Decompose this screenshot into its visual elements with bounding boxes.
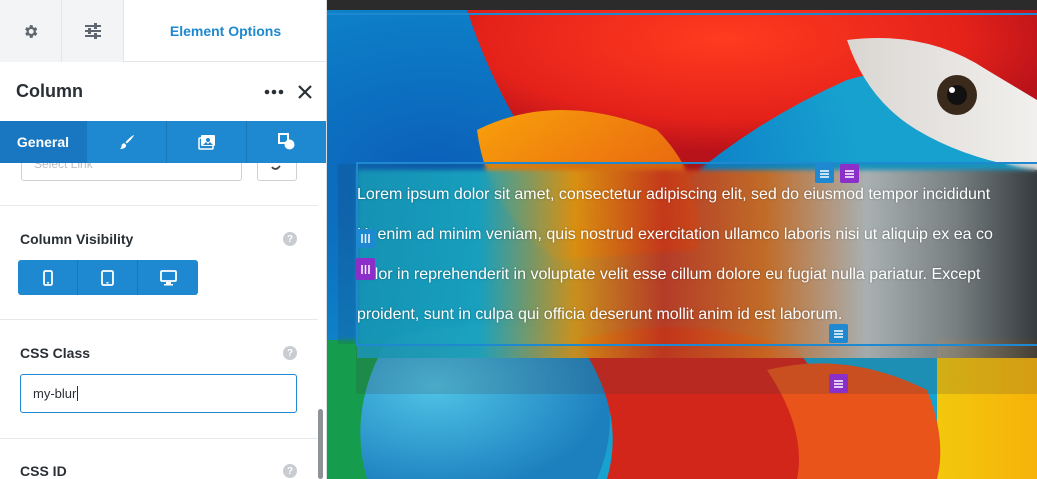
- css-id-label: CSS ID: [20, 463, 67, 479]
- visibility-tablet-button[interactable]: [78, 260, 138, 295]
- visibility-toggle-group: [18, 260, 198, 295]
- help-icon[interactable]: ?: [283, 346, 297, 360]
- empty-column-area: [356, 346, 1037, 394]
- sliders-icon: [84, 23, 101, 39]
- text-line: proident, sunt in culpa qui officia dese…: [357, 306, 843, 323]
- menu-icon: [820, 169, 829, 178]
- close-icon: [298, 85, 312, 99]
- options-scroll-area: Select Link Column Visibility ? CSS Clas…: [0, 163, 318, 479]
- settings-button[interactable]: [0, 0, 62, 62]
- row-handle[interactable]: [840, 164, 859, 183]
- element-title: Column: [16, 81, 83, 101]
- menu-icon: [845, 169, 854, 178]
- help-icon[interactable]: ?: [283, 232, 297, 246]
- element-options-panel: Element Options Column General Select Li…: [0, 0, 327, 479]
- options-tabs: General: [0, 121, 326, 163]
- link-button[interactable]: [257, 163, 297, 181]
- columns-icon: [361, 234, 370, 243]
- text-line: dolor in reprehenderit in voluptate veli…: [357, 266, 981, 283]
- text-line: Lorem ipsum dolor sit amet, consectetur …: [357, 186, 991, 203]
- media-icon: [197, 135, 215, 150]
- shapes-icon: [278, 133, 295, 150]
- column-visibility-label: Column Visibility: [20, 231, 134, 247]
- panel-title: Element Options: [169, 23, 282, 39]
- element-handle[interactable]: [829, 324, 848, 343]
- divider: [0, 438, 318, 439]
- css-class-input[interactable]: my-blur: [20, 374, 297, 413]
- help-icon[interactable]: ?: [283, 464, 297, 478]
- panel-topbar: Element Options: [0, 0, 326, 62]
- tab-general[interactable]: General: [0, 121, 87, 163]
- brush-icon: [119, 135, 134, 149]
- menu-icon: [834, 379, 843, 388]
- row-columns-handle[interactable]: [356, 258, 375, 280]
- tab-advanced[interactable]: [247, 121, 326, 163]
- row-outline: [327, 13, 1037, 17]
- divider: [0, 319, 318, 320]
- row-handle[interactable]: [829, 374, 848, 393]
- text-line: Ut enim ad minim veniam, quis nostrud ex…: [357, 226, 993, 243]
- close-button[interactable]: [294, 81, 316, 103]
- tab-style[interactable]: [87, 121, 167, 163]
- gear-icon: [25, 24, 38, 38]
- columns-icon: [361, 264, 370, 274]
- divider: [0, 205, 318, 206]
- text-content-block[interactable]: Lorem ipsum dolor sit amet, consectetur …: [357, 175, 1037, 335]
- element-header: Column: [0, 62, 326, 120]
- tablet-icon: [101, 269, 114, 286]
- mobile-icon: [42, 269, 53, 286]
- panel-scrollbar[interactable]: [318, 409, 323, 479]
- tab-media[interactable]: [167, 121, 247, 163]
- css-class-value: my-blur: [33, 386, 77, 401]
- visibility-desktop-button[interactable]: [138, 260, 198, 295]
- desktop-icon: [159, 269, 177, 285]
- options-button[interactable]: [62, 0, 124, 62]
- link-select-input[interactable]: Select Link: [21, 163, 242, 181]
- text-cursor: [77, 386, 79, 401]
- more-button[interactable]: [262, 82, 286, 102]
- element-handle[interactable]: [815, 164, 834, 183]
- more-horizontal-icon: [264, 89, 284, 95]
- css-class-label: CSS Class: [20, 345, 91, 361]
- menu-icon: [834, 329, 843, 338]
- visibility-mobile-button[interactable]: [18, 260, 78, 295]
- canvas-top-strip: [327, 0, 1037, 10]
- link-icon: [271, 165, 281, 170]
- page-canvas: Lorem ipsum dolor sit amet, consectetur …: [327, 0, 1037, 479]
- column-handle[interactable]: [356, 229, 375, 248]
